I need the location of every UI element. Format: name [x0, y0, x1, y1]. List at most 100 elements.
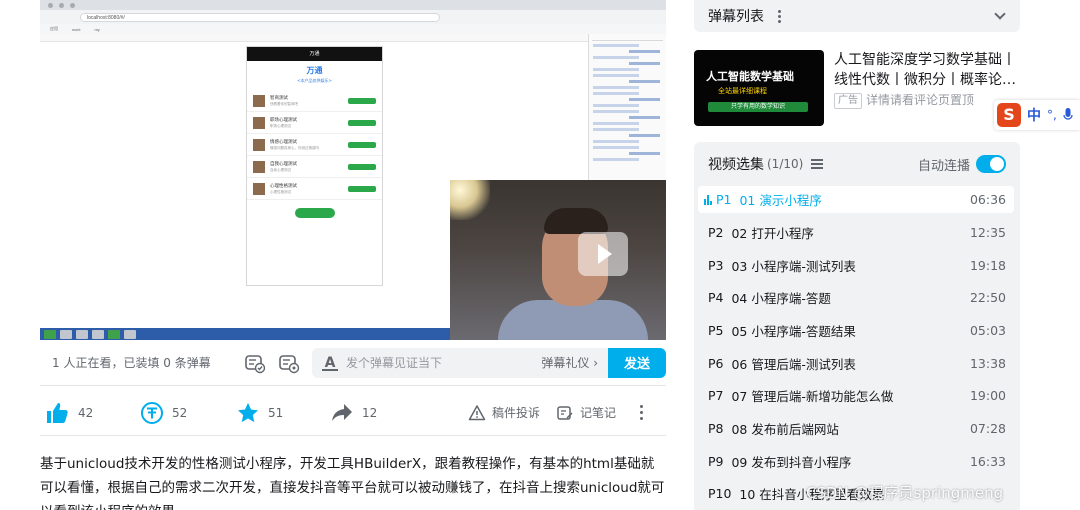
ime-punct[interactable]: °, [1047, 108, 1057, 122]
more-options-icon[interactable] [634, 405, 648, 420]
episode-title: 01 演示小程序 [739, 193, 822, 208]
episode-list: 视频选集 (1/10) 自动连播 P1 01 演示小程序 06:36 P2 02… [694, 142, 1020, 510]
episode-number: P2 [708, 225, 724, 240]
episode-item[interactable]: P8 08 发布前后端网站 07:28 [698, 415, 1014, 442]
danmaku-list-title: 弹幕列表 [708, 9, 764, 25]
episode-duration: 07:28 [969, 421, 1006, 436]
ad-link[interactable]: 详情请看评论页置顶 [866, 93, 974, 107]
note-button[interactable]: 记笔记 [556, 404, 634, 422]
episode-item[interactable]: P9 09 发布到抖音小程序 16:33 [698, 448, 1014, 475]
video-actions: 42 52 51 12 稿件投诉 记笔记 [40, 390, 666, 436]
like-count: 42 [78, 405, 94, 420]
episode-title: 03 小程序端-测试列表 [731, 259, 856, 274]
autoplay-label: 自动连播 [917, 158, 970, 174]
danmaku-bar: 1 人正在看，已装填 0 条弹幕 A 发个弹幕见证当下 弹幕礼仪 › 发送 [40, 340, 666, 386]
ime-toolbar[interactable]: S 中 °, [994, 100, 1080, 130]
autoplay-toggle[interactable] [976, 155, 1006, 173]
episode-count: (1/10) [767, 157, 804, 171]
episode-number: P6 [708, 356, 724, 371]
video-player[interactable]: localhost:8080/#/ 应用 work my 万通 万通 <本产品仅… [40, 0, 666, 340]
episode-number: P10 [708, 486, 732, 501]
miniapp-preview: 万通 万通 <本产品仅供娱乐> 智商测试 快看看你的智商吧 职场心理测试 职场心理测… [246, 46, 383, 286]
share-button[interactable]: 12 [330, 401, 450, 425]
coin-button[interactable]: 52 [140, 401, 236, 425]
miniapp-cta [294, 208, 335, 218]
ad-thumb-title: 人工智能数学基础 [706, 70, 794, 83]
sogou-logo-icon: S [997, 103, 1021, 127]
send-danmaku-button[interactable]: 发送 [608, 347, 666, 378]
inner-bookmarks: 应用 work my [40, 24, 666, 34]
report-label: 稿件投诉 [492, 406, 541, 420]
share-count: 12 [362, 405, 378, 420]
video-description: 基于unicloud技术开发的性格测试小程序，开发工具HBuilderX，跟着教… [40, 456, 665, 510]
list-view-icon[interactable] [811, 159, 824, 169]
danmaku-settings-icon[interactable] [278, 352, 300, 374]
share-arrow-icon [332, 403, 352, 421]
note-icon [557, 405, 573, 420]
ad-badge: 广告 [834, 93, 862, 109]
favorite-button[interactable]: 51 [236, 401, 330, 425]
danmaku-placeholder[interactable]: 发个弹幕见证当下 [346, 354, 541, 371]
miniapp-test-item: 心理性格测试 心理性格测试 [247, 178, 382, 200]
play-icon[interactable] [578, 232, 628, 276]
miniapp-test-item: 情感心理测试 情感问题真揪心，你测过情感吗 [247, 134, 382, 156]
watermark: CSDN @程序员springmeng [806, 484, 1004, 502]
episode-item[interactable]: P6 06 管理后端-测试列表 13:38 [698, 350, 1014, 377]
episode-duration: 05:03 [969, 323, 1006, 338]
episode-number: P5 [708, 323, 724, 338]
warning-icon [468, 404, 486, 420]
note-label: 记笔记 [580, 406, 617, 420]
danmaku-list-header[interactable]: 弹幕列表 [694, 0, 1020, 32]
text-style-icon[interactable]: A [322, 355, 338, 371]
like-button[interactable]: 42 [44, 400, 140, 426]
danmaku-input[interactable]: A 发个弹幕见证当下 弹幕礼仪 › [312, 347, 608, 378]
inner-tabbar [40, 0, 666, 10]
miniapp-test-item: 自我心理测试 自我心理测试 [247, 156, 382, 178]
danmaku-toggle-icon[interactable] [244, 352, 266, 374]
ad-thumb-sub: 全站最详细课程 [718, 87, 767, 95]
episode-title: 08 发布前后端网站 [731, 422, 839, 437]
coin-icon [141, 401, 163, 424]
danmaku-etiquette-link[interactable]: 弹幕礼仪 › [541, 354, 598, 371]
episode-item[interactable]: P3 03 小程序端-测试列表 19:18 [698, 252, 1014, 279]
thumbs-up-icon [47, 402, 68, 423]
episode-item[interactable]: P4 04 小程序端-答题 22:50 [698, 284, 1014, 311]
episode-item[interactable]: P1 01 演示小程序 06:36 [698, 186, 1014, 213]
episode-title: 04 小程序端-答题 [731, 291, 831, 306]
more-options-icon[interactable] [778, 9, 781, 23]
viewer-count: 1 人正在看，已装填 0 条弹幕 [52, 356, 211, 370]
episode-duration: 06:36 [969, 192, 1006, 207]
webcam-overlay [450, 180, 666, 340]
episode-number: P1 [716, 192, 732, 207]
star-icon [238, 402, 258, 422]
playing-icon [704, 194, 712, 205]
episode-duration: 19:00 [969, 388, 1006, 403]
episode-duration: 12:35 [969, 225, 1006, 240]
ad-thumbnail[interactable]: 人工智能数学基础 全站最详细课程 只学有用的数学知识 [694, 50, 824, 126]
ad-card[interactable]: 人工智能数学基础 全站最详细课程 只学有用的数学知识 人工智能深度学习数学基础丨… [694, 50, 1020, 126]
bookmark: work [72, 26, 81, 32]
episode-title: 06 管理后端-测试列表 [731, 357, 856, 372]
favorite-count: 51 [268, 405, 284, 420]
episode-duration: 13:38 [969, 356, 1006, 371]
episode-title: 07 管理后端-新增功能怎么做 [731, 389, 894, 404]
bookmark: 应用 [50, 26, 58, 31]
episode-item[interactable]: P2 02 打开小程序 12:35 [698, 219, 1014, 246]
device-toolbar [40, 34, 588, 42]
episode-title: 09 发布到抖音小程序 [731, 455, 852, 470]
episode-list-header: 视频选集 (1/10) 自动连播 [694, 142, 1020, 186]
inner-url: localhost:8080/#/ [80, 12, 440, 22]
episode-duration: 16:33 [969, 454, 1006, 469]
episode-item[interactable]: P7 07 管理后端-新增功能怎么做 19:00 [698, 382, 1014, 409]
miniapp-topbar: 万通 [247, 47, 382, 61]
microphone-icon[interactable] [1063, 107, 1073, 123]
episode-number: P9 [708, 454, 724, 469]
report-button[interactable]: 稿件投诉 [468, 404, 556, 422]
ad-title[interactable]: 人工智能深度学习数学基础丨线性代数丨微积分丨概率论… [834, 50, 1020, 90]
episode-number: P8 [708, 421, 724, 436]
episode-number: P3 [708, 258, 724, 273]
chevron-down-icon[interactable] [994, 8, 1006, 20]
miniapp-test-item: 智商测试 快看看你的智商吧 [247, 90, 382, 112]
episode-item[interactable]: P5 05 小程序端-答题结果 05:03 [698, 317, 1014, 344]
ime-mode[interactable]: 中 [1027, 105, 1041, 125]
